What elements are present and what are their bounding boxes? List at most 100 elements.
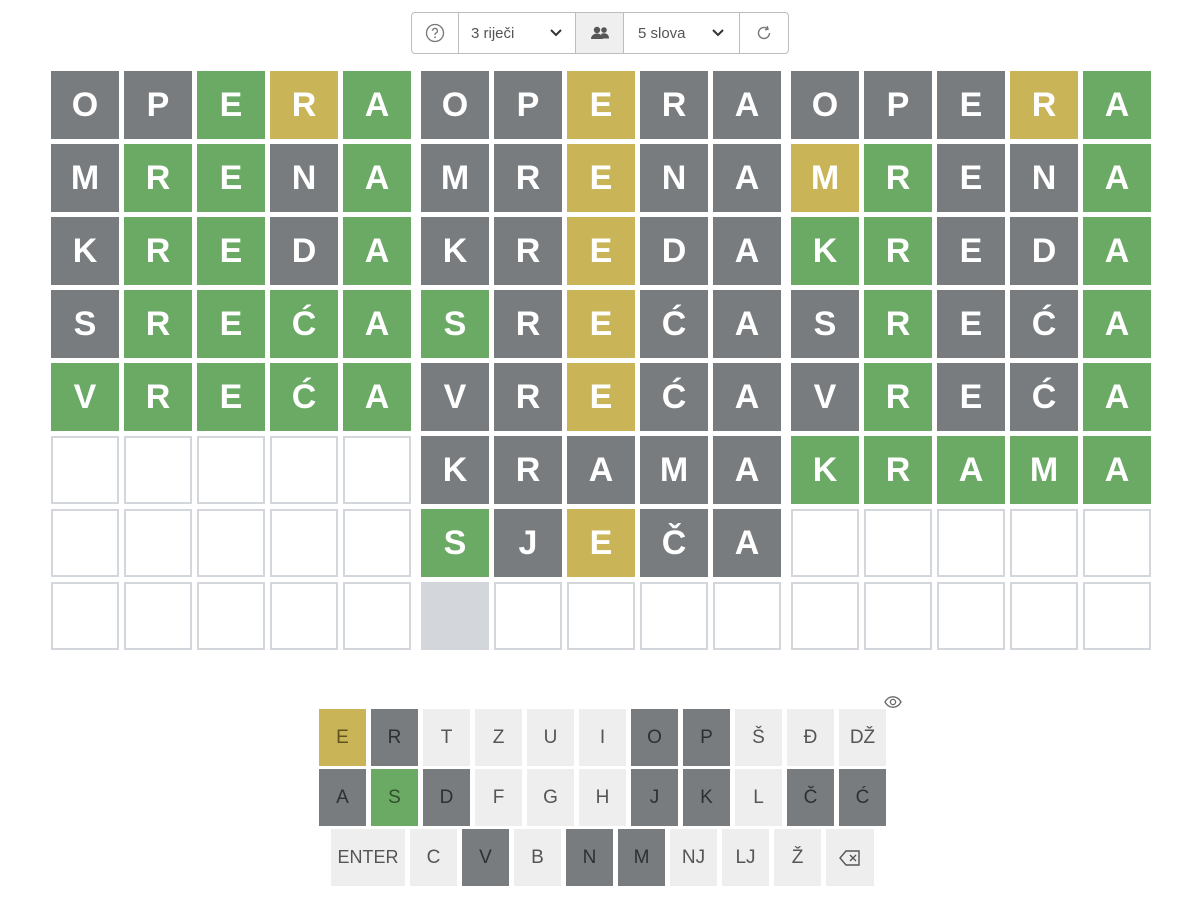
key[interactable]: K	[683, 769, 730, 826]
key[interactable]: N	[566, 829, 613, 886]
key[interactable]: Š	[735, 709, 782, 766]
tile: S	[51, 290, 119, 358]
board-1: OPERAMRENAKREDASREĆAVREĆA	[51, 71, 411, 650]
key[interactable]: V	[462, 829, 509, 886]
tile: D	[270, 217, 338, 285]
tile: A	[713, 217, 781, 285]
tile: D	[1010, 217, 1078, 285]
tile: A	[937, 436, 1005, 504]
tile: A	[1083, 363, 1151, 431]
tile	[1083, 509, 1151, 577]
key[interactable]: L	[735, 769, 782, 826]
tile: K	[421, 217, 489, 285]
tile: Ć	[270, 290, 338, 358]
key[interactable]: C	[410, 829, 457, 886]
tile: E	[197, 217, 265, 285]
tile: J	[494, 509, 562, 577]
tile: E	[567, 363, 635, 431]
keyboard-row-1: E R T Z U I O P Š Đ DŽ	[319, 709, 886, 766]
tile: P	[494, 71, 562, 139]
tile: K	[51, 217, 119, 285]
tile	[343, 582, 411, 650]
key[interactable]: U	[527, 709, 574, 766]
backspace-key[interactable]	[826, 829, 874, 886]
tile: R	[494, 217, 562, 285]
word-count-dropdown[interactable]: 3 riječi	[459, 13, 576, 53]
key[interactable]: M	[618, 829, 665, 886]
help-button[interactable]	[412, 13, 459, 53]
tile: R	[494, 363, 562, 431]
tile: E	[567, 217, 635, 285]
tile: N	[270, 144, 338, 212]
word-length-dropdown[interactable]: 5 slova	[624, 13, 740, 53]
key[interactable]: DŽ	[839, 709, 886, 766]
key[interactable]: S	[371, 769, 418, 826]
key[interactable]: T	[423, 709, 470, 766]
tile: R	[124, 217, 192, 285]
tile: Č	[640, 509, 708, 577]
refresh-button[interactable]	[740, 13, 788, 53]
key[interactable]: G	[527, 769, 574, 826]
tile	[640, 582, 708, 650]
tile: R	[864, 290, 932, 358]
refresh-icon	[757, 26, 771, 40]
key[interactable]: R	[371, 709, 418, 766]
tile	[864, 582, 932, 650]
key[interactable]: A	[319, 769, 366, 826]
tile: K	[421, 436, 489, 504]
players-button[interactable]	[576, 13, 624, 53]
tile	[421, 582, 489, 650]
tile: E	[937, 71, 1005, 139]
key[interactable]: B	[514, 829, 561, 886]
tile	[124, 582, 192, 650]
tile: R	[124, 290, 192, 358]
key[interactable]: Ć	[839, 769, 886, 826]
key[interactable]: J	[631, 769, 678, 826]
tile: E	[197, 290, 265, 358]
eye-icon[interactable]	[883, 692, 903, 712]
key[interactable]: Đ	[787, 709, 834, 766]
tile	[197, 436, 265, 504]
enter-key[interactable]: ENTER	[331, 829, 405, 886]
tile: R	[124, 144, 192, 212]
tile: R	[124, 363, 192, 431]
tile: A	[1083, 436, 1151, 504]
key[interactable]: Z	[475, 709, 522, 766]
key[interactable]: LJ	[722, 829, 769, 886]
keyboard-row-2: ASDFGHJKLČĆ	[319, 769, 886, 826]
key[interactable]: O	[631, 709, 678, 766]
tile: R	[864, 363, 932, 431]
key[interactable]: F	[475, 769, 522, 826]
tile	[937, 509, 1005, 577]
tile	[124, 436, 192, 504]
tile: A	[1083, 217, 1151, 285]
key[interactable]: H	[579, 769, 626, 826]
tile	[1010, 509, 1078, 577]
tile: K	[791, 436, 859, 504]
tile	[791, 509, 859, 577]
tile: A	[343, 217, 411, 285]
tile	[1010, 582, 1078, 650]
word-length-label: 5 slova	[638, 24, 686, 42]
tile	[197, 582, 265, 650]
key[interactable]: E	[319, 709, 366, 766]
keyboard-row-3: ENTER C V B N M NJ LJ Ž	[331, 829, 874, 886]
key[interactable]: NJ	[670, 829, 717, 886]
tile: E	[197, 71, 265, 139]
tile: Ć	[640, 290, 708, 358]
key[interactable]: D	[423, 769, 470, 826]
tile: M	[791, 144, 859, 212]
tile: E	[567, 290, 635, 358]
key[interactable]: P	[683, 709, 730, 766]
key[interactable]: Ž	[774, 829, 821, 886]
tile: O	[791, 71, 859, 139]
tile	[494, 582, 562, 650]
tile: A	[713, 363, 781, 431]
tile: E	[197, 144, 265, 212]
tile: A	[567, 436, 635, 504]
tile: A	[343, 363, 411, 431]
tile	[197, 509, 265, 577]
key[interactable]: Č	[787, 769, 834, 826]
key[interactable]: I	[579, 709, 626, 766]
tile	[343, 436, 411, 504]
